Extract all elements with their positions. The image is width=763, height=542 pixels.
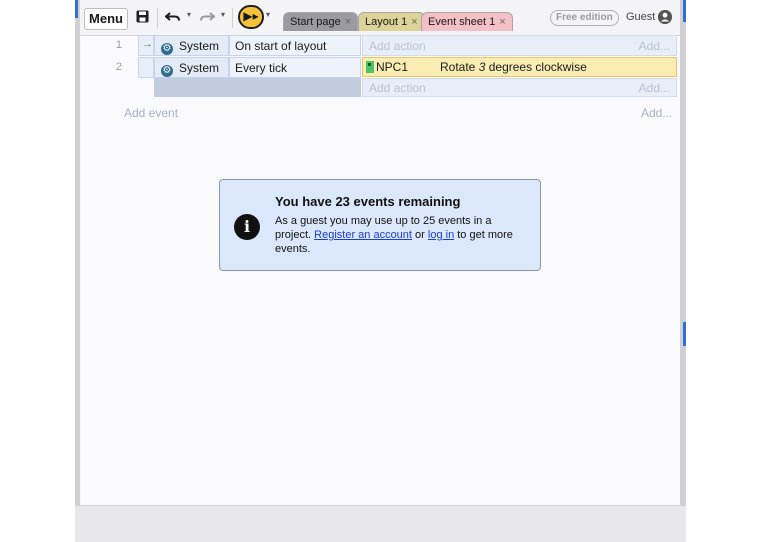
object-name: System	[179, 39, 220, 53]
event-margin[interactable]	[138, 57, 154, 78]
tab-label: Event sheet 1	[428, 16, 496, 28]
tab-event-sheet-1[interactable]: Event sheet 1 ×	[421, 12, 513, 31]
empty-condition-slot[interactable]	[154, 78, 361, 97]
notice-title: You have 23 events remaining	[275, 194, 461, 209]
log-in-link[interactable]: log in	[428, 229, 454, 241]
condition-object[interactable]: ⚙ System	[154, 57, 229, 78]
add-action-link[interactable]: Add action	[369, 36, 426, 56]
events-remaining-notice: i You have 23 events remaining As a gues…	[219, 179, 541, 271]
event-number: 2	[115, 61, 122, 73]
window-left-border	[75, 0, 80, 505]
close-icon[interactable]: ×	[345, 16, 351, 28]
preview-play-button[interactable]: ▶▸	[238, 5, 264, 29]
right-scroll-marker[interactable]	[683, 322, 686, 346]
action-area[interactable]: Add action Add...	[362, 78, 677, 97]
object-name: System	[179, 61, 220, 75]
status-bar	[75, 505, 686, 542]
add-more-link[interactable]: Add...	[639, 79, 670, 97]
preview-dropdown-caret-icon[interactable]: ▾	[266, 10, 270, 19]
info-icon: i	[234, 214, 260, 240]
action-area[interactable]: Add action Add...	[362, 35, 677, 56]
user-name[interactable]: Guest	[626, 11, 655, 23]
trigger-arrow-icon: →	[142, 38, 153, 50]
sprite-icon	[366, 61, 374, 73]
toolbar-separator	[232, 8, 233, 28]
notice-body: As a guest you may use up to 25 events i…	[275, 215, 513, 255]
tab-layout-1[interactable]: Layout 1 ×	[358, 12, 425, 31]
add-event-link[interactable]: Add event	[124, 106, 178, 120]
undo-dropdown-caret-icon[interactable]: ▾	[187, 10, 191, 19]
condition-text[interactable]: Every tick	[229, 57, 361, 78]
window-right-border	[680, 0, 686, 505]
menu-button[interactable]: Menu	[84, 8, 128, 30]
add-more-link[interactable]: Add...	[639, 36, 670, 56]
toolbar-separator	[157, 8, 158, 28]
condition-text[interactable]: On start of layout	[229, 35, 361, 56]
undo-icon[interactable]	[164, 9, 182, 27]
redo-dropdown-caret-icon[interactable]: ▾	[221, 10, 225, 19]
tab-start-page[interactable]: Start page ×	[283, 12, 359, 31]
right-edge-marker	[683, 0, 686, 22]
add-more-link[interactable]: Add...	[641, 106, 672, 120]
gear-icon: ⚙	[161, 43, 173, 55]
free-edition-badge[interactable]: Free edition	[550, 10, 619, 26]
condition-object[interactable]: ⚙ System	[154, 35, 229, 56]
event-number: 1	[115, 39, 122, 51]
action-text: Rotate 3 degrees clockwise	[440, 60, 587, 74]
left-edge-marker	[75, 0, 78, 18]
tab-label: Start page	[290, 16, 341, 28]
action-row[interactable]: NPC1 Rotate 3 degrees clockwise	[362, 57, 677, 77]
event-margin[interactable]: →	[138, 35, 154, 56]
user-avatar-icon[interactable]	[658, 10, 672, 24]
tab-label: Layout 1	[365, 16, 408, 28]
gear-icon: ⚙	[161, 65, 173, 77]
redo-icon[interactable]	[198, 9, 216, 27]
save-icon[interactable]	[134, 9, 150, 27]
close-icon[interactable]: ×	[411, 16, 417, 28]
register-account-link[interactable]: Register an account	[314, 229, 412, 241]
close-icon[interactable]: ×	[499, 16, 505, 28]
play-icon: ▶▸	[243, 9, 259, 23]
add-action-link[interactable]: Add action	[369, 79, 426, 97]
action-object-name: NPC1	[376, 60, 409, 74]
